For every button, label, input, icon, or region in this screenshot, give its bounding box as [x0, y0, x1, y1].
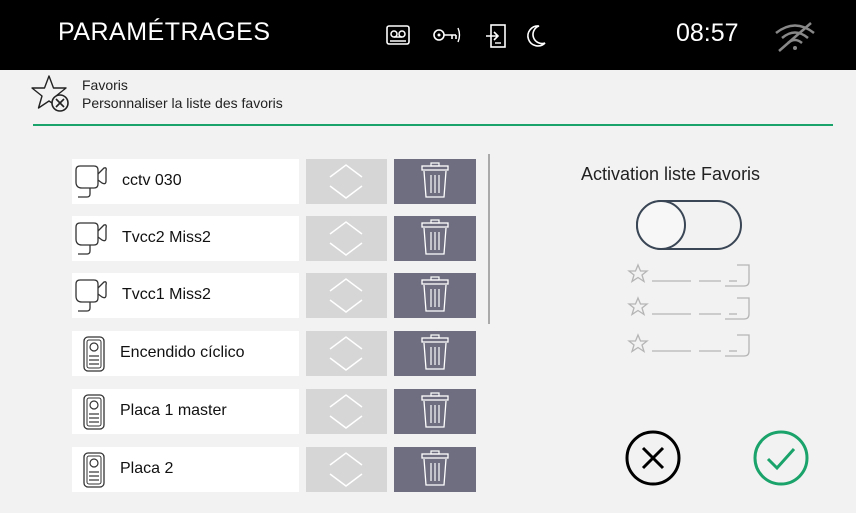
reorder-button[interactable] — [306, 159, 387, 204]
page-title: PARAMÉTRAGES — [58, 18, 271, 46]
star-remove-icon — [31, 74, 73, 121]
reorder-button[interactable] — [306, 216, 387, 261]
activation-toggle[interactable] — [636, 200, 742, 250]
favorite-label: Tvcc2 Miss2 — [122, 229, 211, 246]
delete-button[interactable] — [394, 159, 476, 204]
delete-button[interactable] — [394, 216, 476, 261]
favorite-label: cctv 030 — [122, 172, 182, 189]
top-bar: PARAMÉTRAGES 08:57 — [0, 0, 856, 70]
delete-button[interactable] — [394, 331, 476, 376]
voicemail-icon — [385, 24, 411, 51]
section-subtitle: Personnaliser la liste des favoris — [82, 95, 283, 111]
key-icon — [432, 24, 462, 51]
favorites-list-preview-icon — [625, 262, 755, 367]
entry-panel-icon — [82, 451, 106, 494]
moon-icon — [525, 24, 547, 53]
door-exit-icon — [485, 24, 507, 53]
favorite-name-box: Encendido cíclico — [72, 331, 299, 376]
favorite-name-box: Tvcc2 Miss2 — [72, 216, 299, 261]
list-item: Encendido cíclico — [72, 331, 476, 376]
activation-label: Activation liste Favoris — [581, 164, 761, 184]
favorite-label: Placa 1 master — [120, 402, 227, 419]
favorite-label: Encendido cíclico — [120, 344, 245, 361]
list-item: Placa 1 master — [72, 389, 476, 434]
list-item: cctv 030 — [72, 159, 476, 204]
cancel-button[interactable] — [624, 429, 682, 492]
favorite-label: Tvcc1 Miss2 — [122, 286, 211, 303]
list-item: Tvcc2 Miss2 — [72, 216, 476, 261]
header-divider — [33, 124, 833, 126]
list-item: Placa 2 — [72, 447, 476, 492]
scrollbar[interactable] — [488, 154, 490, 324]
entry-panel-icon — [82, 335, 106, 378]
clock: 08:57 — [676, 19, 739, 47]
reorder-button[interactable] — [306, 273, 387, 318]
favorite-label: Placa 2 — [120, 460, 174, 477]
entry-panel-icon — [82, 393, 106, 436]
favorite-name-box: Tvcc1 Miss2 — [72, 273, 299, 318]
favorite-name-box: cctv 030 — [72, 159, 299, 204]
delete-button[interactable] — [394, 447, 476, 492]
camera-icon — [74, 278, 120, 319]
reorder-button[interactable] — [306, 389, 387, 434]
delete-button[interactable] — [394, 273, 476, 318]
delete-button[interactable] — [394, 389, 476, 434]
favorite-name-box: Placa 1 master — [72, 389, 299, 434]
toggle-knob — [636, 200, 686, 250]
camera-icon — [74, 164, 120, 205]
camera-icon — [74, 221, 120, 262]
reorder-button[interactable] — [306, 447, 387, 492]
reorder-button[interactable] — [306, 331, 387, 376]
list-item: Tvcc1 Miss2 — [72, 273, 476, 318]
confirm-button[interactable] — [752, 429, 810, 492]
section-title: Favoris — [82, 77, 128, 93]
favorite-name-box: Placa 2 — [72, 447, 299, 492]
wifi-off-icon — [773, 22, 817, 57]
